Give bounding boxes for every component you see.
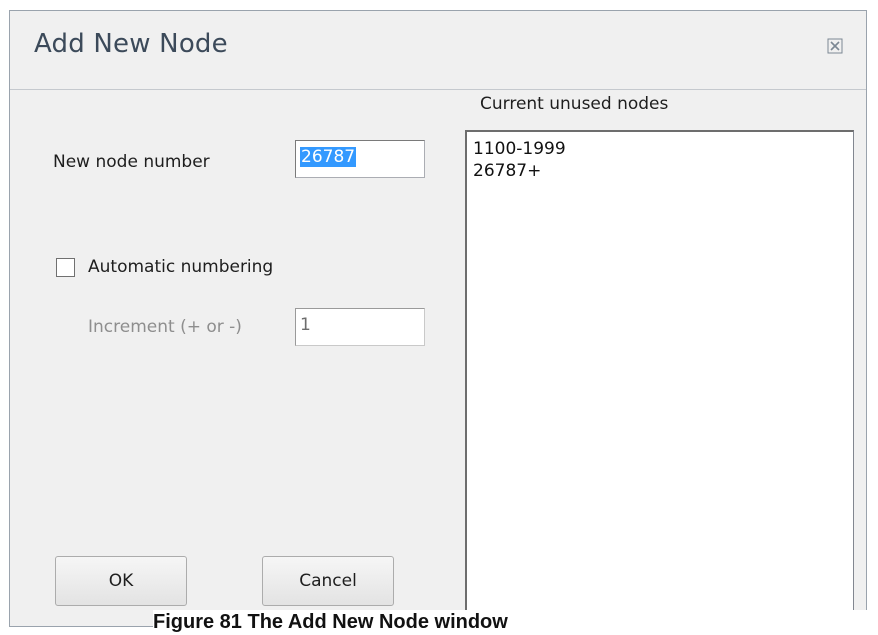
close-icon (827, 38, 843, 54)
node-number-label: New node number (53, 152, 210, 172)
increment-label: Increment (+ or -) (88, 317, 242, 337)
title-bar: Add New Node (10, 11, 866, 90)
increment-input[interactable]: 1 (295, 308, 425, 346)
window-title: Add New Node (34, 29, 228, 59)
automatic-numbering-checkbox[interactable] (56, 258, 75, 277)
unused-nodes-list[interactable]: 1100-1999 26787+ (465, 130, 854, 627)
unused-nodes-label: Current unused nodes (480, 94, 669, 114)
cancel-button[interactable]: Cancel (262, 556, 394, 606)
list-item[interactable]: 26787+ (473, 160, 847, 182)
automatic-numbering-label[interactable]: Automatic numbering (88, 257, 273, 277)
node-number-input[interactable]: 26787 (295, 140, 425, 178)
cancel-button-label: Cancel (299, 571, 357, 591)
close-button[interactable] (824, 35, 846, 57)
ok-button-label: OK (108, 571, 134, 591)
list-item[interactable]: 1100-1999 (473, 138, 847, 160)
increment-value: 1 (300, 315, 311, 335)
node-number-value: 26787 (300, 147, 357, 167)
figure-caption: Figure 81 The Add New Node window (153, 610, 878, 635)
ok-button[interactable]: OK (55, 556, 187, 606)
